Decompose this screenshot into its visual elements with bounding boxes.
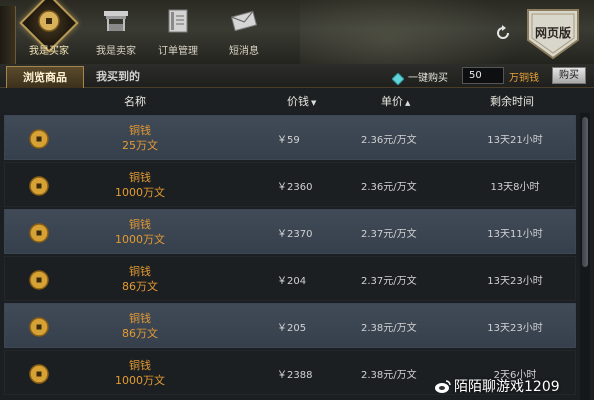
bulk-quantity-input[interactable] [462,67,504,84]
book-icon [161,4,195,38]
tab-messages-label: 短消息 [229,46,259,57]
web-version-label: 网页版 [534,26,571,40]
envelope-icon [227,4,261,38]
sort-down-icon: ▼ [311,99,317,107]
copper-coin-icon [29,317,49,337]
tab-buyer[interactable]: 我是买家 [17,4,81,62]
column-price-label: 价钱 [287,95,309,108]
remaining-time-cell: 13天23小时 [487,323,543,334]
stall-icon [99,4,133,38]
item-name-cell: 铜钱 25万文 [85,123,195,153]
listing-row[interactable]: 铜钱 86万文 ￥204 2.37元/万文 13天23小时 [4,256,576,301]
refresh-icon[interactable] [494,24,512,42]
price-cell: ￥2388 [277,370,313,381]
price-cell: ￥205 [277,323,307,334]
copper-coin-icon [29,176,49,196]
remaining-time-cell: 13天21小时 [487,135,543,146]
price-cell: ￥2360 [277,182,313,193]
coin-icon [32,4,66,38]
listing-row[interactable]: 铜钱 1000万文 ￥2360 2.36元/万文 13天8小时 [4,162,576,207]
tab-orders[interactable]: 订单管理 [146,4,210,62]
item-amount: 86万文 [122,327,158,340]
frame-ornament [0,6,16,64]
buy-button[interactable]: 购买 [552,67,586,84]
unit-price-cell: 2.36元/万文 [361,182,417,193]
tab-buyer-label: 我是买家 [29,46,69,57]
column-remaining-time: 剩余时间 [490,95,534,108]
item-name-cell: 铜钱 1000万文 [85,358,195,388]
item-name: 铜钱 [129,171,151,184]
unit-price-cell: 2.37元/万文 [361,276,417,287]
item-amount: 1000万文 [115,374,165,387]
column-price[interactable]: 价钱 ▼ [287,93,316,109]
top-header: 我是买家 我是卖家 订单管理 短消息 网页版 [0,0,594,64]
copper-coin-icon [29,270,49,290]
column-unit-price[interactable]: 单价 ▲ [381,93,410,109]
item-name: 铜钱 [129,218,151,231]
remaining-time-cell: 13天23小时 [487,276,543,287]
item-amount: 1000万文 [115,186,165,199]
column-header-row: 名称 价钱 ▼ 单价 ▲ 剩余时间 [0,89,594,111]
tab-my-purchases[interactable]: 我买到的 [86,66,150,88]
remaining-time-cell: 13天11小时 [487,229,543,240]
item-amount: 86万文 [122,280,158,293]
unit-price-cell: 2.38元/万文 [361,370,417,381]
item-name-cell: 铜钱 1000万文 [85,217,195,247]
item-name: 铜钱 [129,359,151,372]
web-version-button[interactable]: 网页版 [522,2,584,62]
copper-coin-icon [29,223,49,243]
remaining-time-cell: 13天8小时 [490,182,540,193]
tab-browse-items[interactable]: 浏览商品 [6,66,84,88]
item-name-cell: 铜钱 1000万文 [85,170,195,200]
item-name: 铜钱 [129,124,151,137]
bulk-buy-label: 一键购买 [408,73,448,84]
item-name: 铜钱 [129,265,151,278]
watermark-text: 陌陌聊游戏1209 [454,379,560,395]
weibo-icon [434,378,452,394]
tab-seller[interactable]: 我是卖家 [84,4,148,62]
listing-row[interactable]: 铜钱 25万文 ￥59 2.36元/万文 13天21小时 [4,115,576,160]
listing-row[interactable]: 铜钱 86万文 ￥205 2.38元/万文 13天23小时 [4,303,576,348]
tab-messages[interactable]: 短消息 [212,4,276,62]
item-name-cell: 铜钱 86万文 [85,311,195,341]
item-name: 铜钱 [129,312,151,325]
copper-coin-icon [29,129,49,149]
price-cell: ￥59 [277,135,300,146]
diamond-icon [391,70,405,86]
price-cell: ￥2370 [277,229,313,240]
unit-price-cell: 2.38元/万文 [361,323,417,334]
unit-price-cell: 2.37元/万文 [361,229,417,240]
bulk-unit-label: 万铜钱 [509,73,539,84]
copper-coin-icon [29,364,49,384]
scrollbar[interactable] [580,113,590,400]
scrollbar-thumb[interactable] [582,117,588,267]
item-amount: 1000万文 [115,233,165,246]
listing-table: 铜钱 25万文 ￥59 2.36元/万文 13天21小时 铜钱 1000万文 ￥… [0,113,594,400]
item-name-cell: 铜钱 86万文 [85,264,195,294]
tab-seller-label: 我是卖家 [96,46,136,57]
listing-row[interactable]: 铜钱 1000万文 ￥2370 2.37元/万文 13天11小时 [4,209,576,254]
column-unit-price-label: 单价 [381,95,403,108]
price-cell: ￥204 [277,276,307,287]
item-amount: 25万文 [122,139,158,152]
column-name: 名称 [124,95,146,108]
unit-price-cell: 2.36元/万文 [361,135,417,146]
tab-orders-label: 订单管理 [158,46,198,57]
sort-up-icon: ▲ [405,99,411,107]
sub-tab-bar: 浏览商品 我买到的 一键购买 万铜钱 购买 [0,64,594,88]
